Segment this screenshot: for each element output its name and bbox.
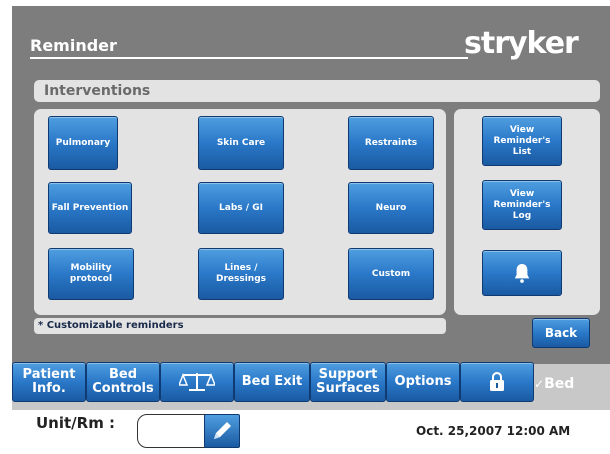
view-reminders-log-button[interactable]: View Reminder's Log [482,180,562,230]
button-label: Lines / Dressings [215,263,267,284]
intervention-pulmonary-button[interactable]: Pulmonary [48,116,118,170]
button-label: Neuro [375,202,407,213]
section-header: Interventions [34,80,600,102]
button-label: Bed Controls [92,367,154,396]
unit-room-field[interactable] [137,414,209,448]
stryker-logo: stryker [464,26,579,61]
edit-unit-room-button[interactable] [204,414,240,448]
section-title: Interventions [44,83,151,99]
page-title: Reminder [30,36,117,55]
button-label: Options [394,374,452,389]
nav-bed-controls-button[interactable]: Bed Controls [86,362,160,402]
back-button[interactable]: Back [532,318,590,348]
button-label: View Reminder's Log [493,188,551,221]
nav-scale-button[interactable] [160,362,234,402]
unit-room-label: Unit/Rm : [36,414,116,432]
alarm-bell-button[interactable] [482,250,562,296]
button-label: Pulmonary [55,137,111,148]
scale-icon [179,372,215,391]
intervention-labs-gi-button[interactable]: Labs / GI [198,182,284,234]
button-label: Restraints [364,137,418,148]
intervention-restraints-button[interactable]: Restraints [348,116,434,170]
date-time: Oct. 25,2007 12:00 AM [416,424,571,438]
button-label: Patient Info. [22,367,76,396]
nav-bed-exit-button[interactable]: Bed Exit [234,362,310,402]
nav-lock-button[interactable] [460,362,534,402]
customizable-note: * Customizable reminders [34,318,446,334]
header: Reminder stryker [12,6,610,70]
button-label: Fall Prevention [51,202,129,213]
button-label: Bed Exit [241,374,303,389]
pencil-icon [214,422,231,439]
nav-options-button[interactable]: Options [386,362,460,402]
nav-patient-info-button[interactable]: Patient Info. [12,362,86,402]
lock-icon [490,372,504,391]
button-label: Labs / GI [219,202,263,213]
button-label: Mobility protocol [69,263,113,284]
note-text: * Customizable reminders [38,320,184,331]
intervention-mobility-protocol-button[interactable]: Mobility protocol [48,248,134,300]
bell-icon [514,264,530,283]
header-rule [30,57,468,59]
intervention-lines-dressings-button[interactable]: Lines / Dressings [198,248,284,300]
button-label: Custom [371,268,411,279]
sbed-check-icon: ✓ [534,377,545,391]
intervention-custom-button[interactable]: Custom [348,248,434,300]
button-label: Support Surfaces [316,367,380,396]
nav-support-surfaces-button[interactable]: Support Surfaces [310,362,386,402]
button-label: Back [544,325,578,340]
intervention-neuro-button[interactable]: Neuro [348,182,434,234]
button-label: View Reminder's List [493,124,551,157]
sbed-label: Bed [544,376,575,392]
intervention-skin-care-button[interactable]: Skin Care [198,116,284,170]
smart-bed-logo: ✓Bed [534,376,574,392]
intervention-fall-prevention-button[interactable]: Fall Prevention [48,182,132,234]
button-label: Skin Care [216,137,266,148]
view-reminders-list-button[interactable]: View Reminder's List [482,116,562,166]
